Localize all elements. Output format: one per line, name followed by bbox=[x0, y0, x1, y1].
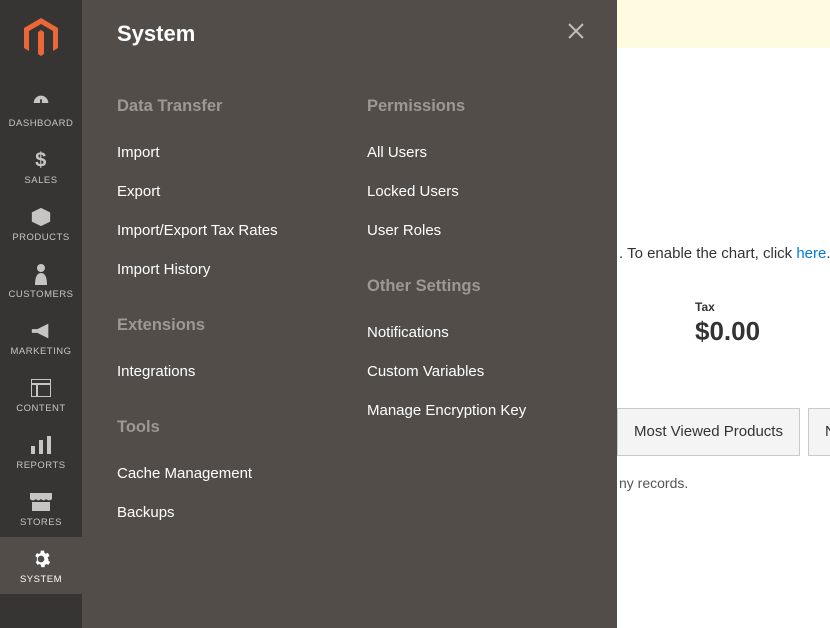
flyout-title: System bbox=[117, 21, 195, 47]
nav-label: CUSTOMERS bbox=[8, 289, 73, 300]
nav-label: PRODUCTS bbox=[12, 232, 69, 243]
group-data-transfer: Data Transfer bbox=[117, 97, 357, 116]
dashboard-tabs: Most Viewed Products N bbox=[617, 408, 830, 456]
svg-text:$: $ bbox=[35, 149, 47, 171]
tab-next[interactable]: N bbox=[808, 408, 830, 456]
tax-summary: Tax $0.00 bbox=[695, 300, 760, 347]
link-locked-users[interactable]: Locked Users bbox=[367, 183, 607, 200]
chart-enable-link[interactable]: here bbox=[796, 245, 826, 262]
person-icon bbox=[32, 263, 50, 285]
link-all-users[interactable]: All Users bbox=[367, 144, 607, 161]
box-icon bbox=[30, 206, 52, 228]
link-export[interactable]: Export bbox=[117, 183, 357, 200]
nav-dashboard[interactable]: DASHBOARD bbox=[0, 81, 82, 138]
nav-system[interactable]: SYSTEM bbox=[0, 537, 82, 594]
nav-sales[interactable]: $ SALES bbox=[0, 138, 82, 195]
horn-icon bbox=[30, 320, 52, 342]
tax-value: $0.00 bbox=[695, 316, 760, 347]
nav-products[interactable]: PRODUCTS bbox=[0, 195, 82, 252]
link-import[interactable]: Import bbox=[117, 144, 357, 161]
system-flyout: System Data Transfer Import Export Impor… bbox=[82, 0, 617, 628]
gear-icon bbox=[31, 548, 51, 570]
store-icon bbox=[30, 491, 52, 513]
magento-logo[interactable] bbox=[24, 18, 58, 63]
link-import-export-tax-rates[interactable]: Import/Export Tax Rates bbox=[117, 222, 357, 239]
main-sidebar: DASHBOARD $ SALES PRODUCTS CUSTOMERS MAR… bbox=[0, 0, 82, 628]
link-import-history[interactable]: Import History bbox=[117, 261, 357, 278]
tab-most-viewed-products[interactable]: Most Viewed Products bbox=[617, 408, 800, 456]
close-flyout-button[interactable] bbox=[563, 18, 589, 49]
chart-hint: . To enable the chart, click here. bbox=[617, 245, 830, 262]
bars-icon bbox=[31, 434, 51, 456]
link-integrations[interactable]: Integrations bbox=[117, 363, 357, 380]
nav-label: STORES bbox=[20, 517, 62, 528]
nav-label: SALES bbox=[24, 175, 57, 186]
dashboard-content: . To enable the chart, click here. Tax $… bbox=[617, 0, 830, 628]
chart-hint-text: . To enable the chart, click bbox=[619, 245, 796, 262]
layout-icon bbox=[31, 377, 51, 399]
group-permissions: Permissions bbox=[367, 97, 607, 116]
group-other-settings: Other Settings bbox=[367, 277, 607, 296]
dollar-icon: $ bbox=[33, 149, 49, 171]
notice-banner bbox=[617, 0, 830, 48]
link-custom-variables[interactable]: Custom Variables bbox=[367, 363, 607, 380]
group-extensions: Extensions bbox=[117, 316, 357, 335]
nav-customers[interactable]: CUSTOMERS bbox=[0, 252, 82, 309]
nav-reports[interactable]: REPORTS bbox=[0, 423, 82, 480]
nav-stores[interactable]: STORES bbox=[0, 480, 82, 537]
nav-content[interactable]: CONTENT bbox=[0, 366, 82, 423]
chart-hint-period: . bbox=[826, 245, 830, 262]
link-notifications[interactable]: Notifications bbox=[367, 324, 607, 341]
records-message: ny records. bbox=[619, 475, 688, 491]
link-manage-encryption-key[interactable]: Manage Encryption Key bbox=[367, 402, 607, 419]
nav-label: DASHBOARD bbox=[9, 118, 74, 129]
nav-marketing[interactable]: MARKETING bbox=[0, 309, 82, 366]
link-backups[interactable]: Backups bbox=[117, 504, 357, 521]
tax-label: Tax bbox=[695, 300, 760, 314]
close-icon bbox=[567, 22, 585, 40]
link-user-roles[interactable]: User Roles bbox=[367, 222, 607, 239]
nav-label: CONTENT bbox=[16, 403, 65, 414]
dashboard-icon bbox=[30, 92, 52, 114]
nav-label: SYSTEM bbox=[20, 574, 62, 585]
nav-label: MARKETING bbox=[11, 346, 72, 357]
nav-label: REPORTS bbox=[16, 460, 65, 471]
link-cache-management[interactable]: Cache Management bbox=[117, 465, 357, 482]
group-tools: Tools bbox=[117, 418, 357, 437]
